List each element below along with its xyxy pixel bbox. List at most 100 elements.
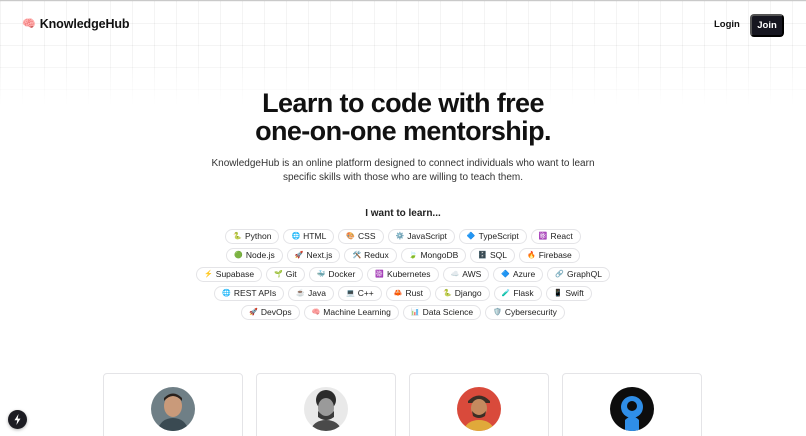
mentor-card[interactable] xyxy=(256,373,396,436)
skill-chip-label: Data Science xyxy=(422,307,474,317)
skill-chip-icon: 🐍 xyxy=(233,233,242,240)
skill-chip-icon: 🎨 xyxy=(346,233,356,240)
skill-chip-icon: ⚡ xyxy=(204,271,213,278)
mentor-avatar-3 xyxy=(457,387,501,431)
hero-title-line-1: Learn to code with free xyxy=(262,88,544,118)
skill-chip[interactable]: ☕ Java xyxy=(288,286,334,301)
skill-chip[interactable]: 🚀 DevOps xyxy=(241,305,300,320)
skill-chip[interactable]: 🌐 REST APIs xyxy=(214,286,285,301)
skill-chip[interactable]: 🧪 Flask xyxy=(493,286,542,301)
skill-chip[interactable]: 🛡️ Cybersecurity xyxy=(485,305,565,320)
skills-heading: I want to learn... xyxy=(365,208,441,219)
skill-chip-icon: 🌐 xyxy=(222,290,231,297)
skill-chip-label: Django xyxy=(454,288,482,298)
skill-chip[interactable]: 🐍 Python xyxy=(225,229,280,244)
skill-chip-icon: 📱 xyxy=(553,290,563,297)
skill-chip-icon: 📊 xyxy=(410,309,420,316)
skill-chip-label: TypeScript xyxy=(478,231,519,241)
skill-chip[interactable]: 🎨 CSS xyxy=(338,229,384,244)
skill-chip-icon: 🔗 xyxy=(555,271,564,278)
skill-chip-label: React xyxy=(550,231,573,241)
skill-chip-label: Rust xyxy=(405,288,423,298)
skill-chip[interactable]: 🔷 TypeScript xyxy=(458,229,527,244)
mentor-card[interactable] xyxy=(103,373,243,436)
skill-chip-icon: 🔷 xyxy=(466,233,476,240)
skill-chip-icon: 🚀 xyxy=(294,252,304,259)
skill-chip-icon: 🔷 xyxy=(501,271,511,278)
skill-chip[interactable]: 🚀 Next.js xyxy=(286,248,341,263)
skill-chip-row: 🌐 REST APIs ☕ Java 💻 C++ 🦀 Rust 🐍 Django 🧪 Flask 📱 Sw… xyxy=(0,286,806,301)
skill-chip-icon: 🌐 xyxy=(291,233,301,240)
skill-chip-label: Node.js xyxy=(245,250,275,260)
skill-chip-row: ⚡ Supabase 🌱 Git 🐳 Docker ☸️ Kubernetes ☁️ AWS 🔷 Az… xyxy=(0,267,806,282)
skill-chip[interactable]: ⚙️ JavaScript xyxy=(387,229,455,244)
skill-chip-label: JavaScript xyxy=(407,231,447,241)
skill-chip-row: 🐍 Python 🌐 HTML 🎨 CSS ⚙️ JavaScript 🔷 TypeScript ⚛… xyxy=(0,229,806,244)
skill-chip-icon: 🛠️ xyxy=(352,252,362,259)
skill-chip-icon: 🧠 xyxy=(311,309,321,316)
skill-chip-label: Redux xyxy=(364,250,389,260)
skill-chip[interactable]: 🐍 Django xyxy=(434,286,490,301)
mentor-card[interactable] xyxy=(562,373,702,436)
skill-chip-icon: 🦀 xyxy=(393,290,403,297)
skill-chip[interactable]: 🌱 Git xyxy=(266,267,305,282)
skill-chip-label: DevOps xyxy=(260,307,292,317)
skill-chip-icon: 🌱 xyxy=(274,271,283,278)
skill-chip-label: Cybersecurity xyxy=(504,307,557,317)
skill-chip-icon: 🐍 xyxy=(442,290,452,297)
skill-chip-icon: ⚙️ xyxy=(395,233,405,240)
join-button[interactable]: Join xyxy=(750,14,784,37)
skill-chip-label: HTML xyxy=(303,231,327,241)
skill-chip[interactable]: 🛠️ Redux xyxy=(344,248,397,263)
hero-description: KnowledgeHub is an online platform desig… xyxy=(211,158,595,183)
mentor-avatar-1 xyxy=(151,387,195,431)
skill-chip[interactable]: 🗄️ SQL xyxy=(470,248,515,263)
skill-chip-icon: 🗄️ xyxy=(478,252,487,259)
skill-chip-label: CSS xyxy=(358,231,376,241)
logo-link[interactable]: 🧠 KnowledgeHub xyxy=(22,17,130,31)
skill-chip[interactable]: 🔥 Firebase xyxy=(519,248,580,263)
skill-chip[interactable]: 📊 Data Science xyxy=(402,305,482,320)
navbar: 🧠 KnowledgeHub Login Join xyxy=(0,0,806,50)
skill-chip-icon: 💻 xyxy=(345,290,355,297)
skill-chip-label: SQL xyxy=(489,250,507,260)
skill-chip-icon: 🚀 xyxy=(249,309,258,316)
skill-chip-icon: ☸️ xyxy=(375,271,385,278)
skill-chip[interactable]: ⚛️ React xyxy=(530,229,581,244)
skill-chip-icon: 🔥 xyxy=(527,252,536,259)
skill-chip[interactable]: ☁️ AWS xyxy=(442,267,490,282)
skill-chip[interactable]: 🔗 GraphQL xyxy=(547,267,610,282)
skill-chip-icon: ☁️ xyxy=(450,271,460,278)
skill-chip-icon: ☕ xyxy=(296,290,305,297)
skill-chip[interactable]: 🍃 MongoDB xyxy=(400,248,467,263)
skill-chip[interactable]: 🟢 Node.js xyxy=(226,248,283,263)
skill-chip[interactable]: 💻 C++ xyxy=(337,286,382,301)
lightning-icon[interactable] xyxy=(8,410,27,429)
skill-chip-icon: 🍃 xyxy=(408,252,418,259)
skill-chip[interactable]: ⚡ Supabase xyxy=(196,267,263,282)
skill-chip-label: Next.js xyxy=(306,250,333,260)
skill-chip-row: 🟢 Node.js 🚀 Next.js 🛠️ Redux 🍃 MongoDB 🗄️ SQL 🔥 Fir… xyxy=(0,248,806,263)
skill-chip[interactable]: 🔷 Azure xyxy=(493,267,544,282)
skill-chip-label: C++ xyxy=(357,288,374,298)
skill-chip-label: GraphQL xyxy=(566,269,602,279)
skill-chip-label: Supabase xyxy=(215,269,255,279)
skill-chip-icon: 🟢 xyxy=(234,252,243,259)
skill-chip[interactable]: 🐳 Docker xyxy=(308,267,364,282)
skill-chip-icon: 🧪 xyxy=(501,290,511,297)
mentor-card[interactable] xyxy=(409,373,549,436)
skill-chip-icon: 🛡️ xyxy=(493,309,502,316)
skill-chip[interactable]: ☸️ Kubernetes xyxy=(367,267,439,282)
skill-chip[interactable]: 🌐 HTML xyxy=(283,229,335,244)
logo-text: KnowledgeHub xyxy=(39,17,130,31)
skill-chip-row: 🚀 DevOps 🧠 Machine Learning 📊 Data Science 🛡️ C… xyxy=(0,305,806,320)
login-link[interactable]: Login xyxy=(714,19,740,30)
skill-chip[interactable]: 📱 Swift xyxy=(545,286,592,301)
skill-chip-label: MongoDB xyxy=(420,250,459,260)
skill-chip-label: Python xyxy=(244,231,272,241)
mentor-avatar-4 xyxy=(610,387,654,431)
skill-chip[interactable]: 🧠 Machine Learning xyxy=(303,305,399,320)
hero-title: Learn to code with free one-on-one mento… xyxy=(0,89,806,145)
skill-chip-label: Flask xyxy=(513,288,534,298)
skill-chip[interactable]: 🦀 Rust xyxy=(385,286,431,301)
